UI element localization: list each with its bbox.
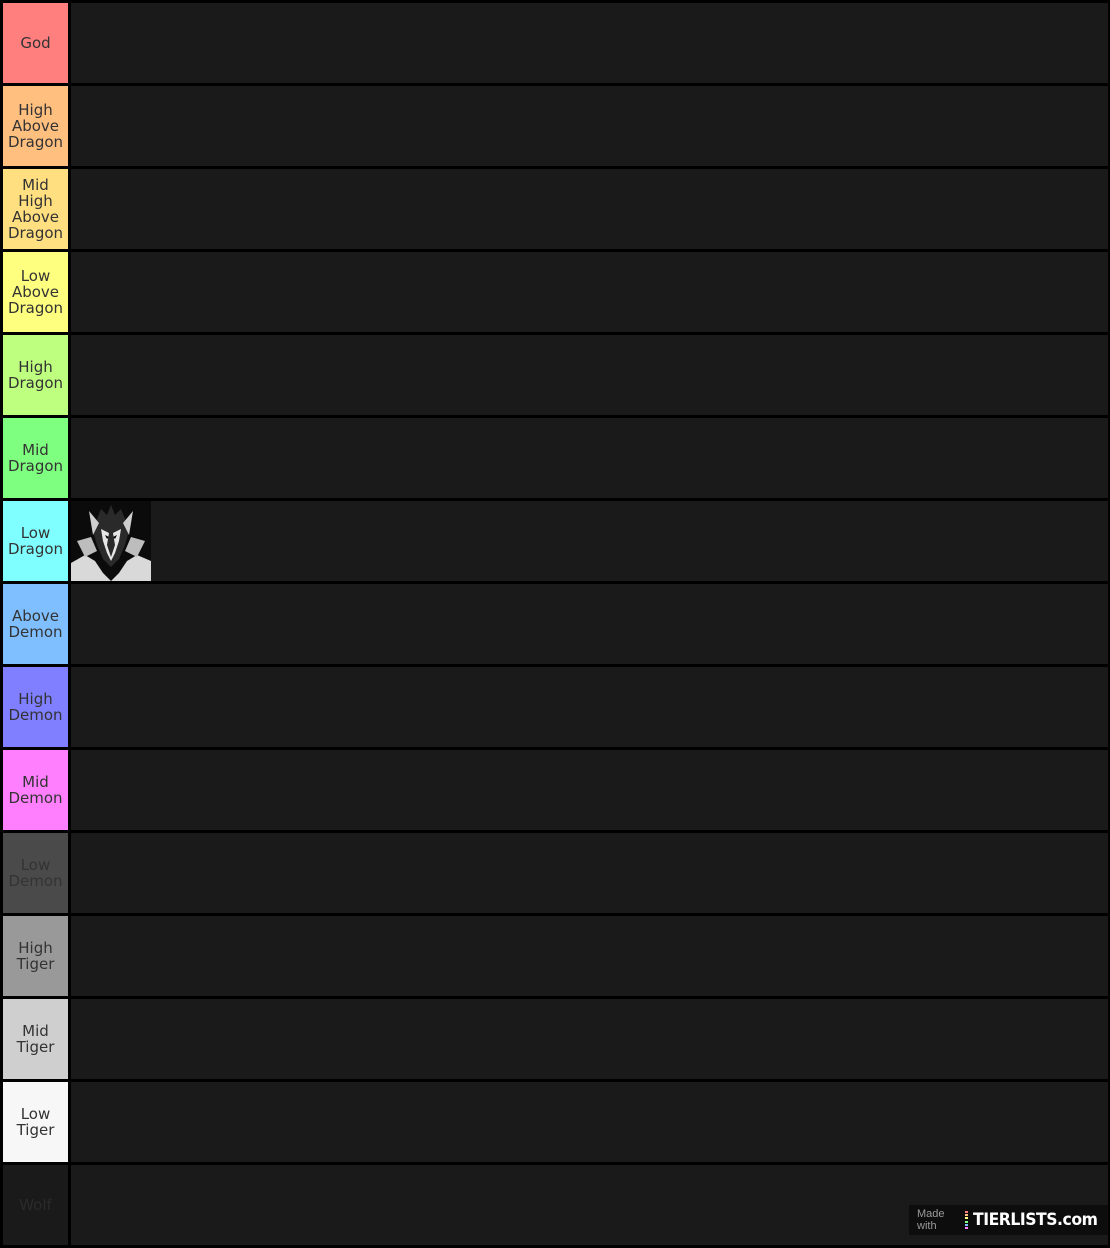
tier-drop-zone[interactable] (71, 916, 1108, 996)
tier-label-text: Low Demon (8, 856, 63, 890)
tier-label[interactable]: God (3, 3, 68, 83)
tier-label-text: Mid Tiger (16, 1022, 55, 1056)
tier-label[interactable]: Wolf (3, 1165, 68, 1245)
tier-row: God (0, 3, 1110, 86)
made-with-watermark[interactable]: Made with TIERLISTS.com (909, 1205, 1108, 1235)
logo-bar-segment (964, 1211, 968, 1213)
tierlists-logo-text: TIERLISTS.com (972, 1210, 1098, 1230)
tier-drop-zone[interactable] (71, 418, 1108, 498)
tier-label-text: High Above Dragon (7, 101, 64, 151)
tier-label[interactable]: Low Tiger (3, 1082, 68, 1162)
tier-label[interactable]: High Tiger (3, 916, 68, 996)
tier-drop-zone[interactable] (71, 833, 1108, 913)
tier-drop-zone[interactable] (71, 667, 1108, 747)
tier-row: High Tiger (0, 916, 1110, 999)
tier-label-text: High Demon (8, 690, 63, 724)
logo-bar-segment (964, 1223, 968, 1226)
tier-drop-zone[interactable] (71, 750, 1108, 830)
tier-label-text: High Dragon (7, 358, 64, 392)
tier-item-image[interactable] (71, 501, 151, 581)
tier-row: High Dragon (0, 335, 1110, 418)
tier-label[interactable]: Mid High Above Dragon (3, 169, 68, 249)
logo-bar-segment (964, 1217, 968, 1220)
tier-label-text: Low Above Dragon (7, 267, 64, 317)
tier-label-text: Low Tiger (16, 1105, 55, 1139)
manga-character-portrait-icon (71, 501, 151, 581)
tier-label-text: Low Dragon (7, 524, 64, 558)
tier-label[interactable]: High Above Dragon (3, 86, 68, 166)
tier-drop-zone[interactable] (71, 584, 1108, 664)
tier-label[interactable]: Low Demon (3, 833, 68, 913)
tier-row: Low Dragon (0, 501, 1110, 584)
tier-drop-zone[interactable] (71, 999, 1108, 1079)
tier-drop-zone[interactable] (71, 3, 1108, 83)
tier-label[interactable]: High Demon (3, 667, 68, 747)
tier-row: Mid Demon (0, 750, 1110, 833)
tier-row: Low Above Dragon (0, 252, 1110, 335)
tier-row: Mid High Above Dragon (0, 169, 1110, 252)
tier-label-text: Mid Dragon (7, 441, 64, 475)
tierlists-logo-icon (964, 1211, 968, 1229)
tier-drop-zone[interactable] (71, 1082, 1108, 1162)
tier-row: Low Demon (0, 833, 1110, 916)
logo-bar-segment (964, 1226, 968, 1229)
tier-label-text: High Tiger (16, 939, 55, 973)
tier-row: High Above Dragon (0, 86, 1110, 169)
logo-bar-segment (964, 1214, 968, 1217)
tier-label-text: Mid Demon (8, 773, 63, 807)
tier-label[interactable]: Low Above Dragon (3, 252, 68, 332)
tier-list: God High Above Dragon Mid High Above Drago… (0, 0, 1110, 1245)
tier-label[interactable]: Low Dragon (3, 501, 68, 581)
tier-drop-zone[interactable] (71, 169, 1108, 249)
tier-drop-zone[interactable] (71, 86, 1108, 166)
tier-row: Mid Dragon (0, 418, 1110, 501)
tier-row: High Demon (0, 667, 1110, 750)
tier-label-text: God (20, 34, 51, 52)
tier-row: Mid Tiger (0, 999, 1110, 1082)
made-with-text: Made with (917, 1208, 945, 1232)
tier-label-text: Mid High Above Dragon (7, 176, 64, 242)
tier-label[interactable]: Mid Tiger (3, 999, 68, 1079)
tier-drop-zone[interactable] (71, 252, 1108, 332)
tier-label[interactable]: Mid Demon (3, 750, 68, 830)
logo-bar-segment (964, 1220, 968, 1223)
tier-row: Above Demon (0, 584, 1110, 667)
tier-drop-zone[interactable] (71, 501, 1108, 581)
tier-label[interactable]: High Dragon (3, 335, 68, 415)
tier-label[interactable]: Above Demon (3, 584, 68, 664)
tier-label-text: Above Demon (8, 607, 63, 641)
tier-label[interactable]: Mid Dragon (3, 418, 68, 498)
tier-label-text: Wolf (19, 1196, 52, 1214)
tier-drop-zone[interactable] (71, 335, 1108, 415)
tier-row: Low Tiger (0, 1082, 1110, 1165)
